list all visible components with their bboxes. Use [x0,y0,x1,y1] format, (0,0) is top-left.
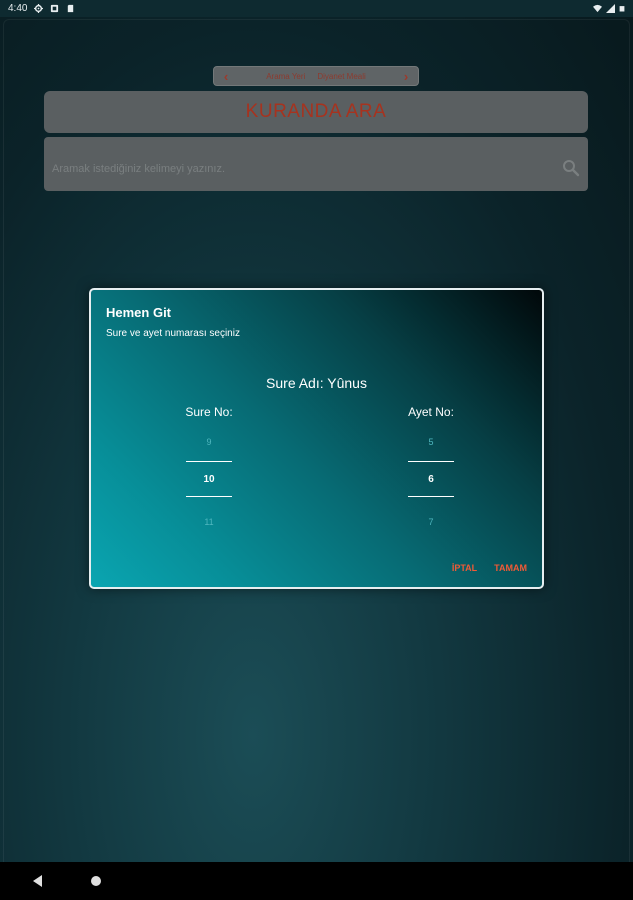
cancel-button[interactable]: İPTAL [452,563,477,573]
ayet-number-picker[interactable]: Ayet No: 5 6 7 [391,405,471,527]
sure-name: Sure Adı: Yûnus [266,375,367,391]
search-bar[interactable]: Aramak istediğiniz kelimeyi yazınız. [44,137,588,191]
sd-card-icon [68,4,74,13]
battery-icon [619,6,625,12]
dialog-actions: İPTAL TAMAM [452,563,527,573]
ayet-picker-prev[interactable]: 5 [391,437,471,447]
status-bar: 4:40 [0,0,633,17]
page-title: KURANDA ARA [44,91,588,133]
search-scope-selector: ‹ Arama Yeri Diyanet Meali › [213,66,419,86]
dialog-title: Hemen Git [106,305,172,320]
wifi-icon [593,4,602,13]
navigation-bar [0,862,633,900]
picker-divider [408,496,454,497]
status-time: 4:40 [8,3,28,14]
page-title-text: KURANDA ARA [245,101,387,122]
signal-icon [606,4,615,13]
sim-icon [51,4,59,13]
sure-picker-current[interactable]: 10 [169,474,249,485]
back-icon[interactable] [33,875,42,887]
search-location-label: Arama Yeri [266,71,306,81]
chevron-right-icon[interactable]: › [400,69,412,84]
sure-picker-next[interactable]: 11 [169,517,249,527]
translation-label[interactable]: Diyanet Meali [317,72,365,81]
ok-button[interactable]: TAMAM [494,563,527,573]
picker-divider [408,461,454,462]
ayet-picker-label: Ayet No: [408,405,454,419]
gear-icon [34,4,44,13]
home-icon[interactable] [91,876,101,886]
sure-picker-prev[interactable]: 9 [169,437,249,447]
picker-divider [186,496,232,497]
picker-divider [186,461,232,462]
ayet-picker-next[interactable]: 7 [391,517,471,527]
ayet-picker-current[interactable]: 6 [391,474,471,485]
search-icon[interactable] [562,159,580,177]
sure-picker-label: Sure No: [185,405,233,419]
search-input[interactable]: Aramak istediğiniz kelimeyi yazınız. [52,153,562,175]
sure-number-picker[interactable]: Sure No: 9 10 11 [169,405,249,527]
chevron-left-icon[interactable]: ‹ [220,69,232,84]
dialog-subtitle: Sure ve ayet numarası seçiniz [106,328,240,339]
goto-dialog: Hemen Git Sure ve ayet numarası seçiniz … [89,288,544,589]
